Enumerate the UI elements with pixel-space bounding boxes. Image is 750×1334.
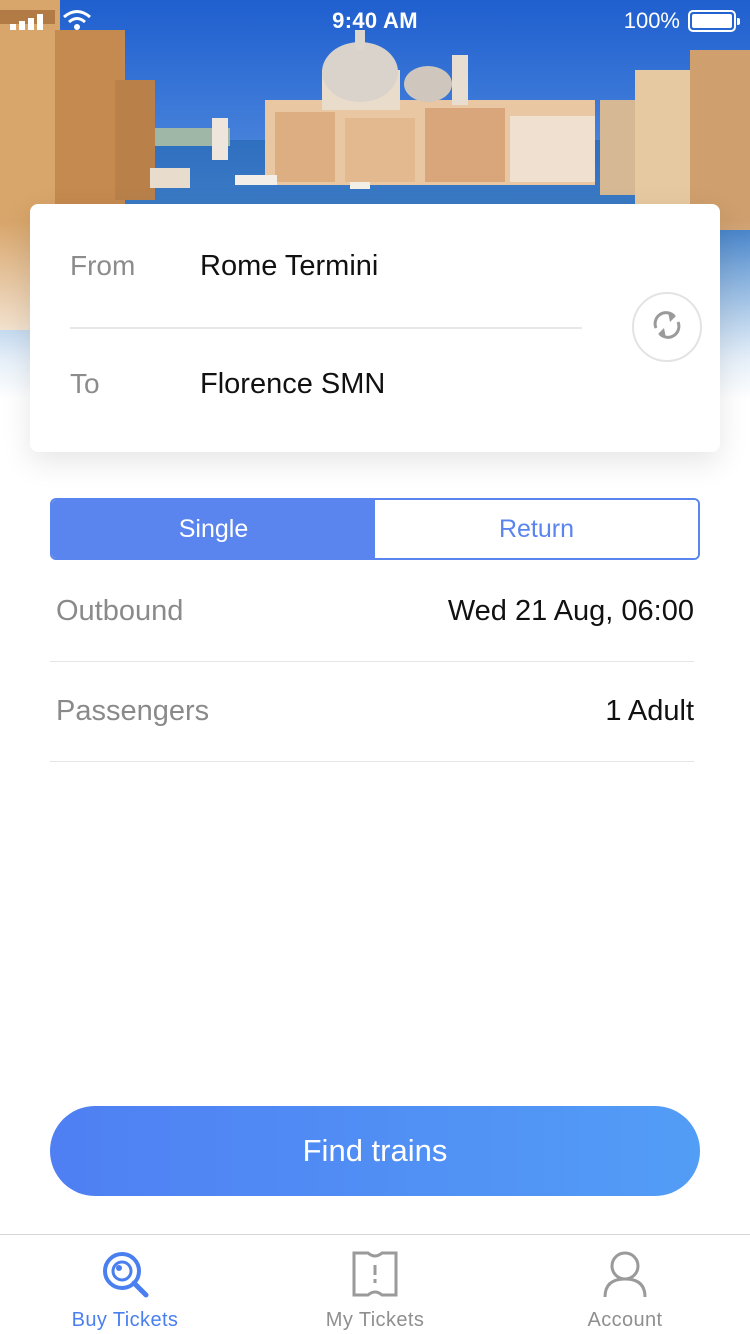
route-card: From Rome Termini To Florence SMN [30,204,720,452]
swap-stations-button[interactable] [632,292,702,362]
to-station: Florence SMN [200,367,386,400]
battery-icon [688,10,740,32]
tab-buy-tickets-label: Buy Tickets [71,1309,179,1331]
find-trains-button[interactable]: Find trains [50,1106,700,1196]
return-trip-button[interactable]: Return [375,500,698,558]
tab-my-tickets-label: My Tickets [325,1309,425,1331]
tab-my-tickets[interactable]: My Tickets [250,1235,500,1334]
outbound-row[interactable]: Outbound Wed 21 Aug, 06:00 [50,562,694,662]
passengers-label: Passengers [56,695,210,727]
outbound-label: Outbound [56,595,184,627]
to-field[interactable]: To Florence SMN [70,334,582,434]
trip-type-toggle: Single Return [50,498,700,560]
battery-percent: 100% [623,8,680,33]
single-trip-button[interactable]: Single [52,500,375,558]
tab-buy-tickets[interactable]: Buy Tickets [0,1235,250,1334]
outbound-value: Wed 21 Aug, 06:00 [447,595,694,627]
ticket-icon [350,1249,400,1299]
search-ticket-icon [100,1249,150,1299]
from-station: Rome Termini [200,249,379,282]
passengers-value: 1 Adult [605,695,694,727]
route-divider [70,327,582,329]
passengers-row[interactable]: Passengers 1 Adult [50,662,694,762]
to-label: To [70,368,100,399]
from-field[interactable]: From Rome Termini [70,216,582,316]
tab-account[interactable]: Account [500,1235,750,1334]
swap-arrows-icon [650,308,684,347]
tab-account-label: Account [587,1309,663,1331]
status-bar: 9:40 AM 100% [0,0,750,40]
tab-bar: Buy Tickets My Tickets Account [0,1234,750,1334]
from-label: From [70,250,136,281]
person-icon [600,1249,650,1299]
